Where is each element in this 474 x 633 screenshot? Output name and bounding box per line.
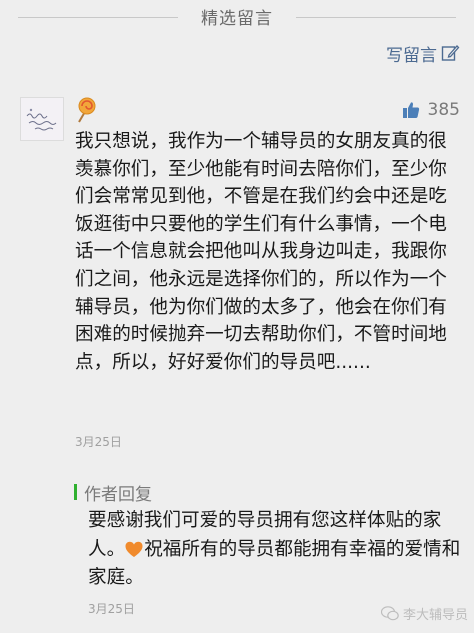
divider-right — [296, 17, 456, 18]
wechat-icon — [380, 606, 399, 621]
reply-date: 3月25日 — [88, 602, 135, 616]
thumbs-up-icon — [402, 102, 419, 118]
like-button[interactable]: 385 — [402, 100, 460, 120]
write-comment-button[interactable]: 写留言 — [386, 40, 460, 66]
avatar[interactable] — [20, 97, 64, 141]
write-comment-label: 写留言 — [386, 45, 437, 66]
reply-text-after: 祝福所有的导员都能拥有幸福的爱情和家庭。 — [88, 538, 461, 589]
watermark: 李大辅导员 — [380, 604, 468, 623]
pencil-icon — [441, 45, 460, 61]
watermark-label: 李大辅导员 — [402, 608, 468, 623]
author-reply-text: 要感谢我们可爱的导员拥有您这样体贴的家人。 祝福所有的导员都能拥有幸福的爱情和家庭… — [88, 507, 462, 593]
lollipop-icon — [78, 97, 96, 123]
reply-accent-bar — [74, 484, 77, 500]
like-count: 385 — [427, 100, 460, 120]
avatar-image — [21, 98, 63, 140]
author-reply-header: 作者回复 — [74, 481, 152, 505]
author-reply: 作者回复 要感谢我们可爱的导员拥有您这样体贴的家人。 祝福所有的导员都能拥有幸福的… — [74, 471, 462, 621]
comment-date: 3月25日 — [75, 435, 122, 449]
section-header: 精选留言 — [0, 0, 474, 34]
author-reply-label: 作者回复 — [84, 484, 152, 505]
comment-text: 我只想说，我作为一个辅导员的女朋友真的很羡慕你们，至少他能有时间去陪你们，至少你… — [75, 131, 447, 373]
heart-icon — [125, 541, 143, 557]
